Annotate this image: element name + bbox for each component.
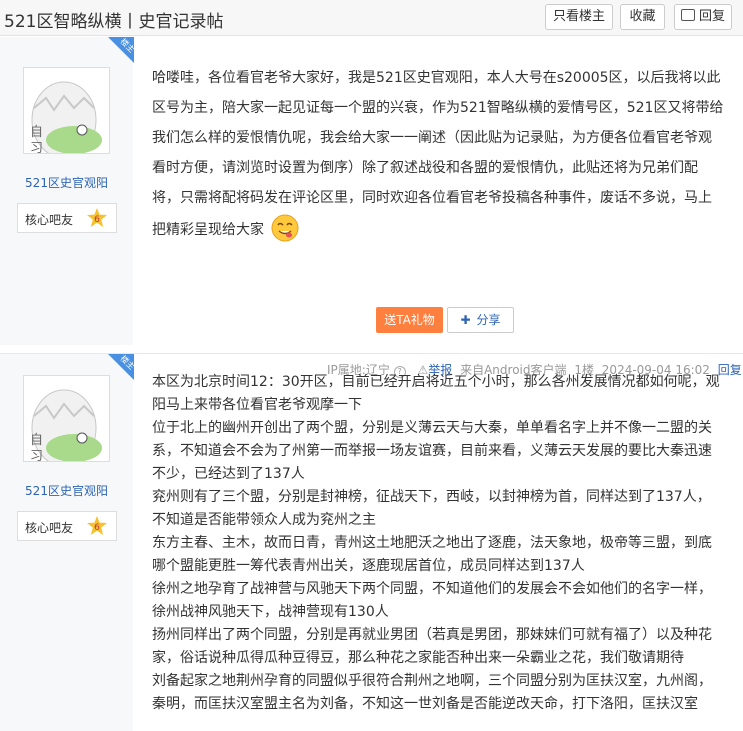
comment-icon bbox=[680, 9, 695, 21]
op-ribbon: 楼主 bbox=[108, 37, 134, 63]
author-name[interactable]: 521区史官观阳 bbox=[0, 482, 133, 499]
content-line: 刘备起家之地荆州孕育的同盟似乎很符合荆州之地啊，三个同盟分别为匡扶汉室，九州阁， bbox=[152, 673, 712, 689]
content-line: 将，只需将配将码发在评论区里，同时欢迎各位看官老爷投稿各种事件，废话不多说，马上 bbox=[152, 190, 712, 206]
send-gift-button[interactable]: 送TA礼物 bbox=[376, 307, 443, 333]
svg-text:6: 6 bbox=[94, 523, 100, 533]
content-line: 不知道是否能带领众人成为兖州之主 bbox=[152, 512, 376, 528]
content-line: 扬州同样出了两个同盟，分别是再就业男团（若真是男团，那妹妹们可就有福了）以及种花 bbox=[152, 627, 712, 643]
content-line: 秦明，而匡扶汉室盟主名为刘备，不知这一世刘备是否能逆改天命，打下洛阳，匡扶汉室 bbox=[152, 696, 698, 712]
svg-text:自: 自 bbox=[30, 125, 43, 140]
post-floor-2: 自 习 521区史官观阳 核心吧友 6 楼主 本区为北京时间12：30开区，目前… bbox=[0, 354, 743, 731]
content-line: 看时方便，请浏览时设置为倒序）除了叙述战役和各盟的爱恨情仇，此贴还将为兄弟们配 bbox=[152, 160, 698, 176]
content-line: 区号为主，陪大家一起见证每一个盟的兴衰，作为521智略纵横的爱情号区，521区又… bbox=[152, 100, 724, 116]
avatar[interactable]: 自 习 bbox=[23, 67, 110, 154]
content-line: 哪个盟能更胜一筹代表青州出关，逐鹿现居首位，成员同样达到137人 bbox=[152, 558, 585, 574]
svg-text:自: 自 bbox=[30, 433, 43, 448]
content-line: 把精彩呈现给大家 bbox=[152, 213, 723, 245]
share-button[interactable]: ✚ 分享 bbox=[447, 307, 514, 333]
thread-title: 521区智略纵横丨史官记录帖 bbox=[4, 12, 224, 32]
content-line: 不少，已经达到了137人 bbox=[152, 466, 305, 482]
avatar[interactable]: 自 习 bbox=[23, 375, 110, 462]
svg-text:习: 习 bbox=[30, 449, 43, 461]
op-ribbon: 楼主 bbox=[108, 354, 134, 380]
level-star-icon: 6 bbox=[87, 208, 107, 227]
post-content: 哈喽哇，各位看官老爷大家好，我是521区史官观阳，本人大号在s20005区，以后… bbox=[152, 63, 723, 245]
content-line: 徐州之地孕育了战神营与风驰天下两个同盟，不知道他们的发展会不会如他们的名字一样， bbox=[152, 581, 712, 597]
share-label: 分享 bbox=[476, 313, 501, 327]
post-floor-1: 自 习 521区史官观阳 核心吧友 6 楼主 哈喽哇，各位看官老爷大家好，我是5… bbox=[0, 37, 743, 378]
content-line: 系，不知道会不会为了州第一而举报一场友谊赛，目前来看，义薄云天发展的要比大秦迅速 bbox=[152, 443, 712, 459]
plus-icon: ✚ bbox=[460, 313, 471, 327]
author-sidebar: 自 习 521区史官观阳 核心吧友 6 楼主 bbox=[0, 37, 134, 345]
content-line: 家，俗话说种瓜得瓜种豆得豆，那么种花之家能否种出来一朵霸业之花，我们敬请期待 bbox=[152, 650, 684, 666]
reply-button[interactable]: 回复 bbox=[674, 4, 732, 30]
content-line: 东方主春、主木，故而日青，青州这土地肥沃之地出了逐鹿，法天象地，极帝等三盟，到底 bbox=[152, 535, 712, 551]
favorite-button[interactable]: 收藏 bbox=[620, 4, 665, 30]
content-line: 兖州则有了三个盟，分别是封神榜，征战天下，西岐，以封神榜为首，同样达到了137人… bbox=[152, 489, 711, 505]
author-name[interactable]: 521区史官观阳 bbox=[0, 174, 133, 191]
content-line: 我们怎么样的爱恨情仇呢，我会给大家一一阐述（因此贴为记录贴，为方便各位看官老爷观 bbox=[152, 130, 712, 146]
level-badge[interactable]: 核心吧友 6 bbox=[17, 511, 117, 541]
content-line: 哈喽哇，各位看官老爷大家好，我是521区史官观阳，本人大号在s20005区，以后… bbox=[152, 70, 721, 86]
svg-text:6: 6 bbox=[94, 215, 100, 225]
badge-label: 核心吧友 bbox=[25, 521, 74, 535]
author-sidebar: 自 习 521区史官观阳 核心吧友 6 楼主 bbox=[0, 354, 134, 731]
grin-emoji-icon bbox=[271, 214, 299, 242]
level-badge[interactable]: 核心吧友 6 bbox=[17, 203, 117, 233]
only-op-button[interactable]: 只看楼主 bbox=[545, 4, 613, 30]
post-content: 本区为北京时间12：30开区，目前已经开启将近五个小时，那么各州发展情况都如何呢… bbox=[152, 371, 720, 716]
svg-text:习: 习 bbox=[30, 141, 43, 153]
content-line: 本区为北京时间12：30开区，目前已经开启将近五个小时，那么各州发展情况都如何呢… bbox=[152, 374, 720, 390]
badge-label: 核心吧友 bbox=[25, 213, 74, 227]
reply-button-label: 回复 bbox=[698, 9, 725, 24]
level-star-icon: 6 bbox=[87, 516, 107, 535]
thread-header: 521区智略纵横丨史官记录帖 只看楼主 收藏 回复 bbox=[0, 0, 743, 36]
content-line: 阳马上来带各位看官老爷观摩一下 bbox=[152, 397, 362, 413]
content-line: 徐州战神风驰天下，战神营现有130人 bbox=[152, 604, 389, 620]
content-line: 位于北上的幽州开创出了两个盟，分别是义薄云天与大秦，单单看名字上并不像一二盟的关 bbox=[152, 420, 712, 436]
